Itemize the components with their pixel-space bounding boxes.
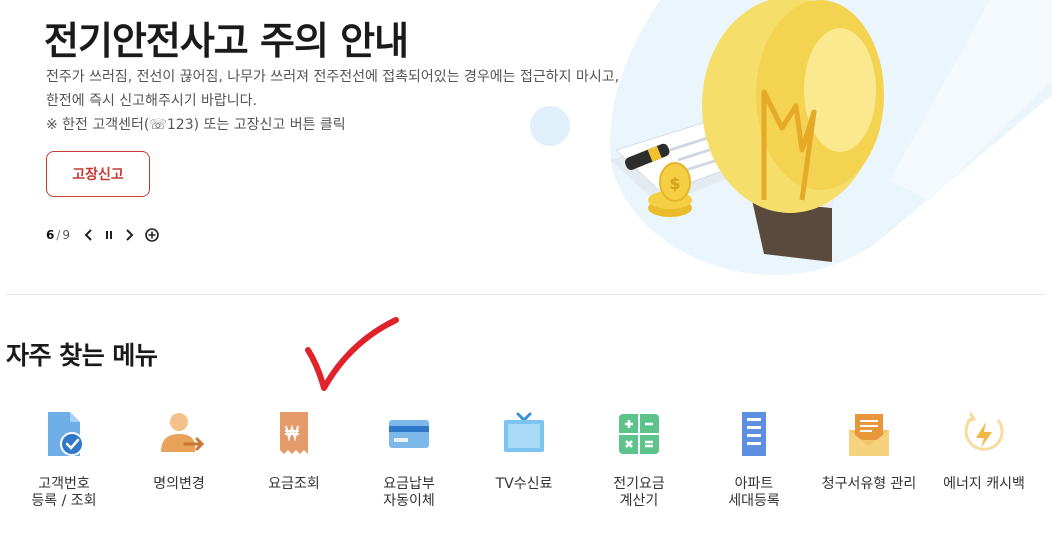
menu-item-apartment-registration[interactable]: 아파트 세대등록 — [696, 404, 812, 510]
person-transfer-icon — [161, 413, 205, 452]
envelope-icon — [849, 414, 889, 456]
menu-item-bill-inquiry[interactable]: 요금조회 — [236, 404, 352, 493]
fault-report-button[interactable]: 고장신고 — [46, 151, 150, 197]
menu-label: 고객번호 등록 / 조회 — [31, 476, 97, 509]
menu-label: 전기요금 계산기 — [613, 476, 665, 509]
banner-description-line-2: 한전에 즉시 신고해주시기 바랍니다. — [46, 93, 257, 109]
add-circle-icon[interactable] — [144, 227, 160, 243]
menu-label: 명의변경 — [153, 476, 205, 492]
customer-document-icon — [48, 412, 84, 456]
next-slide-icon[interactable] — [124, 228, 134, 242]
section-divider — [6, 294, 1046, 295]
svg-text:$: $ — [669, 174, 680, 193]
quick-menu-title: 자주 찾는 메뉴 — [6, 341, 158, 370]
light-bulb-illustration: $ — [530, 0, 1052, 275]
prev-slide-icon[interactable] — [84, 228, 94, 242]
apartment-icon — [742, 412, 766, 456]
credit-card-icon — [389, 420, 429, 448]
pager-current: 6 — [46, 228, 55, 242]
banner-title: 전기안전사고 주의 안내 — [44, 19, 409, 63]
menu-label: 요금조회 — [268, 476, 320, 492]
menu-label: 에너지 캐시백 — [943, 476, 1025, 492]
red-checkmark-annotation — [305, 317, 399, 391]
menu-item-customer-number[interactable]: 고객번호 등록 / 조회 — [6, 404, 122, 510]
tv-icon — [504, 412, 544, 452]
banner-pager: 6 / 9 — [46, 226, 160, 244]
menu-item-tv-fee[interactable]: TV수신료 — [466, 404, 582, 493]
menu-label: 청구서유형 관리 — [821, 476, 917, 492]
bill-won-icon — [280, 412, 308, 454]
banner-description-line-3: ※ 한전 고객센터(☏123) 또는 고장신고 버튼 클릭 — [46, 117, 346, 133]
menu-label: 아파트 세대등록 — [728, 476, 780, 509]
menu-item-auto-payment[interactable]: 요금납부 자동이체 — [351, 404, 467, 510]
hero-banner: 전기안전사고 주의 안내 전주가 쓰러짐, 전선이 끊어짐, 나무가 쓰러져 전… — [0, 0, 1052, 295]
pager-total: 9 — [62, 228, 71, 242]
pager-separator: / — [56, 228, 61, 242]
calculator-icon — [619, 414, 659, 454]
menu-item-name-change[interactable]: 명의변경 — [121, 404, 237, 493]
menu-item-bill-type[interactable]: 청구서유형 관리 — [811, 404, 927, 493]
menu-item-bill-calculator[interactable]: 전기요금 계산기 — [581, 404, 697, 510]
pause-icon[interactable] — [104, 228, 114, 242]
menu-label: TV수신료 — [495, 476, 553, 492]
energy-cashback-icon — [964, 412, 1004, 451]
menu-label: 요금납부 자동이체 — [383, 476, 435, 509]
menu-item-energy-cashback[interactable]: 에너지 캐시백 — [926, 404, 1042, 493]
